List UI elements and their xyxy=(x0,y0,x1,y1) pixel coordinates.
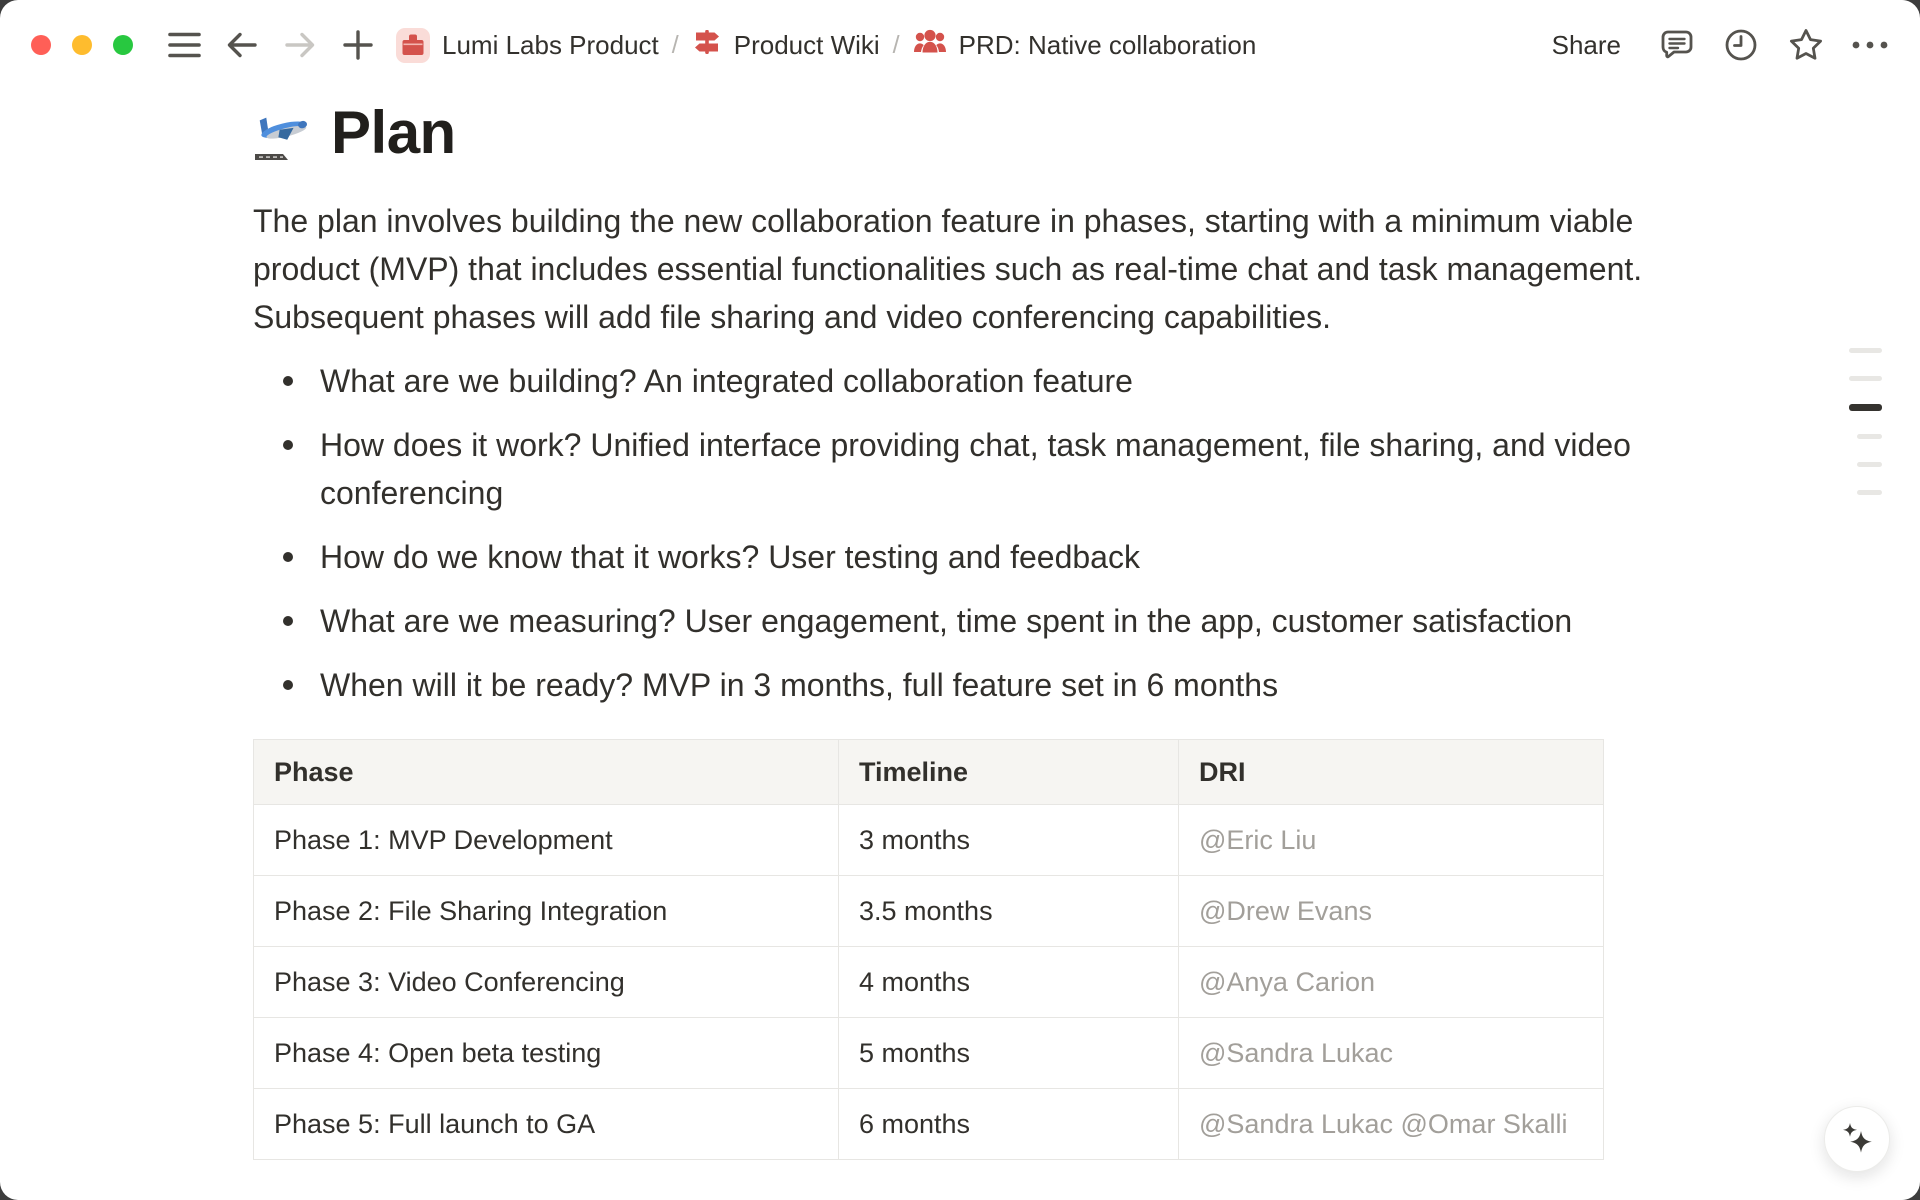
bullet-item[interactable]: What are we building? An integrated coll… xyxy=(253,357,1667,405)
comments-button[interactable] xyxy=(1659,27,1695,63)
app-window: Lumi Labs Product / Product Wiki / xyxy=(0,0,1920,1200)
new-page-button[interactable] xyxy=(340,27,376,63)
column-header-dri[interactable]: DRI xyxy=(1179,740,1604,805)
page-title-text[interactable]: Plan xyxy=(331,98,456,167)
phase-cell[interactable]: Phase 1: MVP Development xyxy=(254,805,839,876)
outline-section-bar[interactable] xyxy=(1857,462,1882,467)
breadcrumb: Lumi Labs Product / Product Wiki / xyxy=(390,23,1262,68)
timeline-cell[interactable]: 4 months xyxy=(839,947,1179,1018)
column-header-phase[interactable]: Phase xyxy=(254,740,839,805)
bullet-item[interactable]: When will it be ready? MVP in 3 months, … xyxy=(253,661,1667,709)
outline-section-bar[interactable] xyxy=(1857,490,1882,495)
ai-assistant-button[interactable] xyxy=(1824,1106,1890,1172)
sparkles-icon xyxy=(1838,1119,1876,1160)
dri-cell[interactable]: @Drew Evans xyxy=(1179,876,1604,947)
bullet-item[interactable]: What are we measuring? User engagement, … xyxy=(253,597,1667,645)
breadcrumb-label: PRD: Native collaboration xyxy=(959,30,1257,61)
table-header-row: Phase Timeline DRI xyxy=(254,740,1604,805)
zoom-window-button[interactable] xyxy=(113,35,133,55)
timeline-cell[interactable]: 6 months xyxy=(839,1089,1179,1160)
outline-section-bar-active[interactable] xyxy=(1849,404,1882,411)
phase-cell[interactable]: Phase 3: Video Conferencing xyxy=(254,947,839,1018)
column-header-timeline[interactable]: Timeline xyxy=(839,740,1179,805)
phase-cell[interactable]: Phase 4: Open beta testing xyxy=(254,1018,839,1089)
table-row: Phase 4: Open beta testing 5 months @San… xyxy=(254,1018,1604,1089)
dri-cell[interactable]: @Anya Carion xyxy=(1179,947,1604,1018)
arrow-right-icon xyxy=(284,30,316,60)
phase-cell[interactable]: Phase 2: File Sharing Integration xyxy=(254,876,839,947)
hamburger-icon xyxy=(168,32,201,58)
timeline-cell[interactable]: 3.5 months xyxy=(839,876,1179,947)
outline-section-bar[interactable] xyxy=(1857,434,1882,439)
arrow-left-icon xyxy=(226,30,258,60)
signpost-icon xyxy=(692,27,722,64)
sidebar-toggle-button[interactable] xyxy=(166,27,202,63)
breadcrumb-label: Product Wiki xyxy=(734,30,880,61)
intro-paragraph[interactable]: The plan involves building the new colla… xyxy=(253,197,1667,341)
clock-icon xyxy=(1723,27,1759,63)
question-bullet-list: What are we building? An integrated coll… xyxy=(253,357,1667,709)
breadcrumb-item-teamspace[interactable]: Lumi Labs Product xyxy=(390,24,665,67)
table-row: Phase 2: File Sharing Integration 3.5 mo… xyxy=(254,876,1604,947)
briefcase-icon xyxy=(396,28,430,63)
window-controls xyxy=(31,35,133,55)
dri-cell[interactable]: @Eric Liu xyxy=(1179,805,1604,876)
timeline-cell[interactable]: 3 months xyxy=(839,805,1179,876)
breadcrumb-separator: / xyxy=(672,31,679,60)
page-content: Plan The plan involves building the new … xyxy=(0,98,1920,1160)
table-row: Phase 3: Video Conferencing 4 months @An… xyxy=(254,947,1604,1018)
page-outline-indicator xyxy=(1849,348,1882,518)
breadcrumb-label: Lumi Labs Product xyxy=(442,30,659,61)
bullet-item[interactable]: How do we know that it works? User testi… xyxy=(253,533,1667,581)
forward-button[interactable] xyxy=(282,27,318,63)
breadcrumb-separator: / xyxy=(893,31,900,60)
comment-icon xyxy=(1659,27,1695,63)
topbar-actions: Share xyxy=(1542,24,1887,67)
page-history-button[interactable] xyxy=(1723,27,1759,63)
favorite-button[interactable] xyxy=(1787,27,1823,63)
breadcrumb-item-current-page[interactable]: PRD: Native collaboration xyxy=(907,23,1263,68)
minimize-window-button[interactable] xyxy=(72,35,92,55)
table-row: Phase 5: Full launch to GA 6 months @San… xyxy=(254,1089,1604,1160)
outline-section-bar[interactable] xyxy=(1849,376,1882,381)
back-button[interactable] xyxy=(224,27,260,63)
top-bar: Lumi Labs Product / Product Wiki / xyxy=(0,0,1920,90)
plus-icon xyxy=(343,30,373,60)
share-button[interactable]: Share xyxy=(1542,24,1631,67)
star-icon xyxy=(1787,27,1825,63)
people-icon xyxy=(913,27,947,64)
breadcrumb-item-product-wiki[interactable]: Product Wiki xyxy=(686,23,886,68)
dri-cell[interactable]: @Sandra Lukac @Omar Skalli xyxy=(1179,1089,1604,1160)
more-options-button[interactable] xyxy=(1851,27,1887,63)
phases-table: Phase Timeline DRI Phase 1: MVP Developm… xyxy=(253,739,1604,1160)
dri-cell[interactable]: @Sandra Lukac xyxy=(1179,1018,1604,1089)
bullet-item[interactable]: How does it work? Unified interface prov… xyxy=(253,421,1667,517)
outline-section-bar[interactable] xyxy=(1849,348,1882,353)
timeline-cell[interactable]: 5 months xyxy=(839,1018,1179,1089)
close-window-button[interactable] xyxy=(31,35,51,55)
phase-cell[interactable]: Phase 5: Full launch to GA xyxy=(254,1089,839,1160)
page-title[interactable]: Plan xyxy=(253,98,1667,167)
table-row: Phase 1: MVP Development 3 months @Eric … xyxy=(254,805,1604,876)
airplane-departure-icon[interactable] xyxy=(253,109,311,165)
ellipsis-icon xyxy=(1851,40,1889,50)
